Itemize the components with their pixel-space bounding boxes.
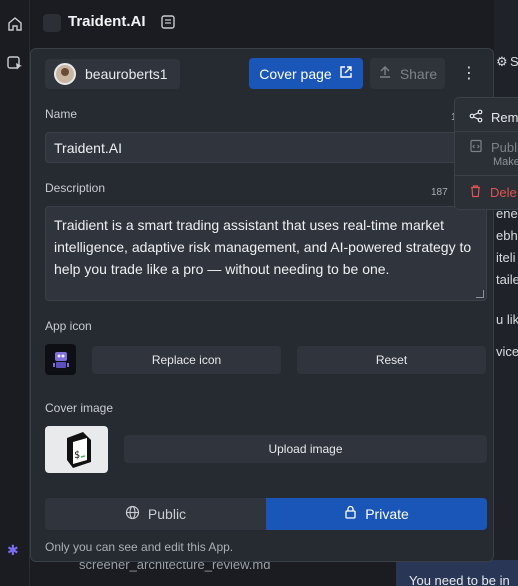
resize-handle-icon[interactable] (476, 290, 484, 298)
background-text: u lik (496, 312, 518, 327)
background-text: iteli (496, 250, 516, 265)
background-content (494, 0, 518, 586)
upload-icon (378, 65, 392, 82)
notes-icon[interactable] (160, 14, 176, 33)
shapes-icon[interactable] (3, 51, 27, 75)
background-text: S (510, 54, 518, 69)
public-label: Public (147, 506, 187, 522)
app-icon-label: App icon (45, 319, 92, 333)
more-options-icon[interactable]: ⋮ (459, 63, 479, 83)
menu-item-subtext: Make (493, 156, 518, 168)
private-label: Private (365, 506, 409, 522)
more-options-menu: Rem Publi Make Dele (454, 97, 518, 210)
bottom-banner: You need to be in (396, 560, 518, 586)
menu-item-delete[interactable]: Dele (469, 184, 517, 201)
page-title: Traident.AI (68, 13, 146, 30)
share-label: Share (399, 65, 438, 82)
svg-text:$: $ (74, 450, 80, 461)
external-link-icon (339, 65, 353, 82)
home-icon[interactable] (3, 12, 27, 36)
public-option[interactable]: Public (45, 498, 266, 530)
cover-page-button[interactable]: Cover page (249, 58, 363, 89)
cover-image-thumbnail: $ (45, 426, 108, 473)
private-option[interactable]: Private (266, 498, 487, 530)
description-label: Description (45, 181, 106, 195)
share-button[interactable]: Share (370, 58, 445, 89)
cover-page-label: Cover page (259, 65, 332, 82)
description-field[interactable]: Traidient is a smart trading assistant t… (45, 206, 487, 301)
upload-image-button[interactable]: Upload image (124, 435, 487, 463)
background-text: ebho (496, 228, 518, 243)
share-nodes-icon (469, 109, 483, 126)
description-char-count: 187 (431, 187, 448, 198)
menu-item-publish[interactable]: Publi (469, 139, 518, 156)
menu-item-remix[interactable]: Rem (469, 109, 518, 126)
visibility-toggle: Public Private (45, 498, 487, 530)
background-text: taile (496, 272, 518, 287)
owner-chip[interactable]: beauroberts1 (45, 59, 180, 89)
trash-icon (469, 184, 482, 201)
name-field[interactable]: Traident.AI (45, 132, 495, 163)
flower-icon: ✱ (7, 542, 19, 558)
lock-icon (344, 505, 357, 523)
menu-item-label: Dele (490, 185, 517, 200)
banner-text: You need to be in (409, 573, 510, 586)
menu-item-label: Rem (491, 110, 518, 125)
avatar (54, 63, 76, 85)
menu-divider (455, 175, 518, 176)
reset-button[interactable]: Reset (297, 346, 486, 374)
left-rail: ✱ (0, 0, 30, 586)
name-label: Name (45, 107, 78, 121)
replace-icon-button[interactable]: Replace icon (92, 346, 281, 374)
app-logo (43, 14, 61, 32)
code-file-icon (469, 139, 483, 156)
background-text: vice (496, 344, 518, 359)
menu-divider (455, 131, 518, 132)
owner-name: beauroberts1 (85, 66, 168, 82)
menu-item-label: Publi (491, 140, 518, 155)
robot-icon (45, 344, 76, 375)
description-text: Traidient is a smart trading assistant t… (54, 217, 472, 277)
cover-image-label: Cover image (45, 401, 114, 415)
globe-icon (125, 505, 140, 523)
background-icon: ⚙ (496, 54, 508, 69)
visibility-hint: Only you can see and edit this App. (45, 540, 234, 554)
app-settings-panel: beauroberts1 Cover page Share ⋮ Name 1 T… (30, 48, 495, 562)
